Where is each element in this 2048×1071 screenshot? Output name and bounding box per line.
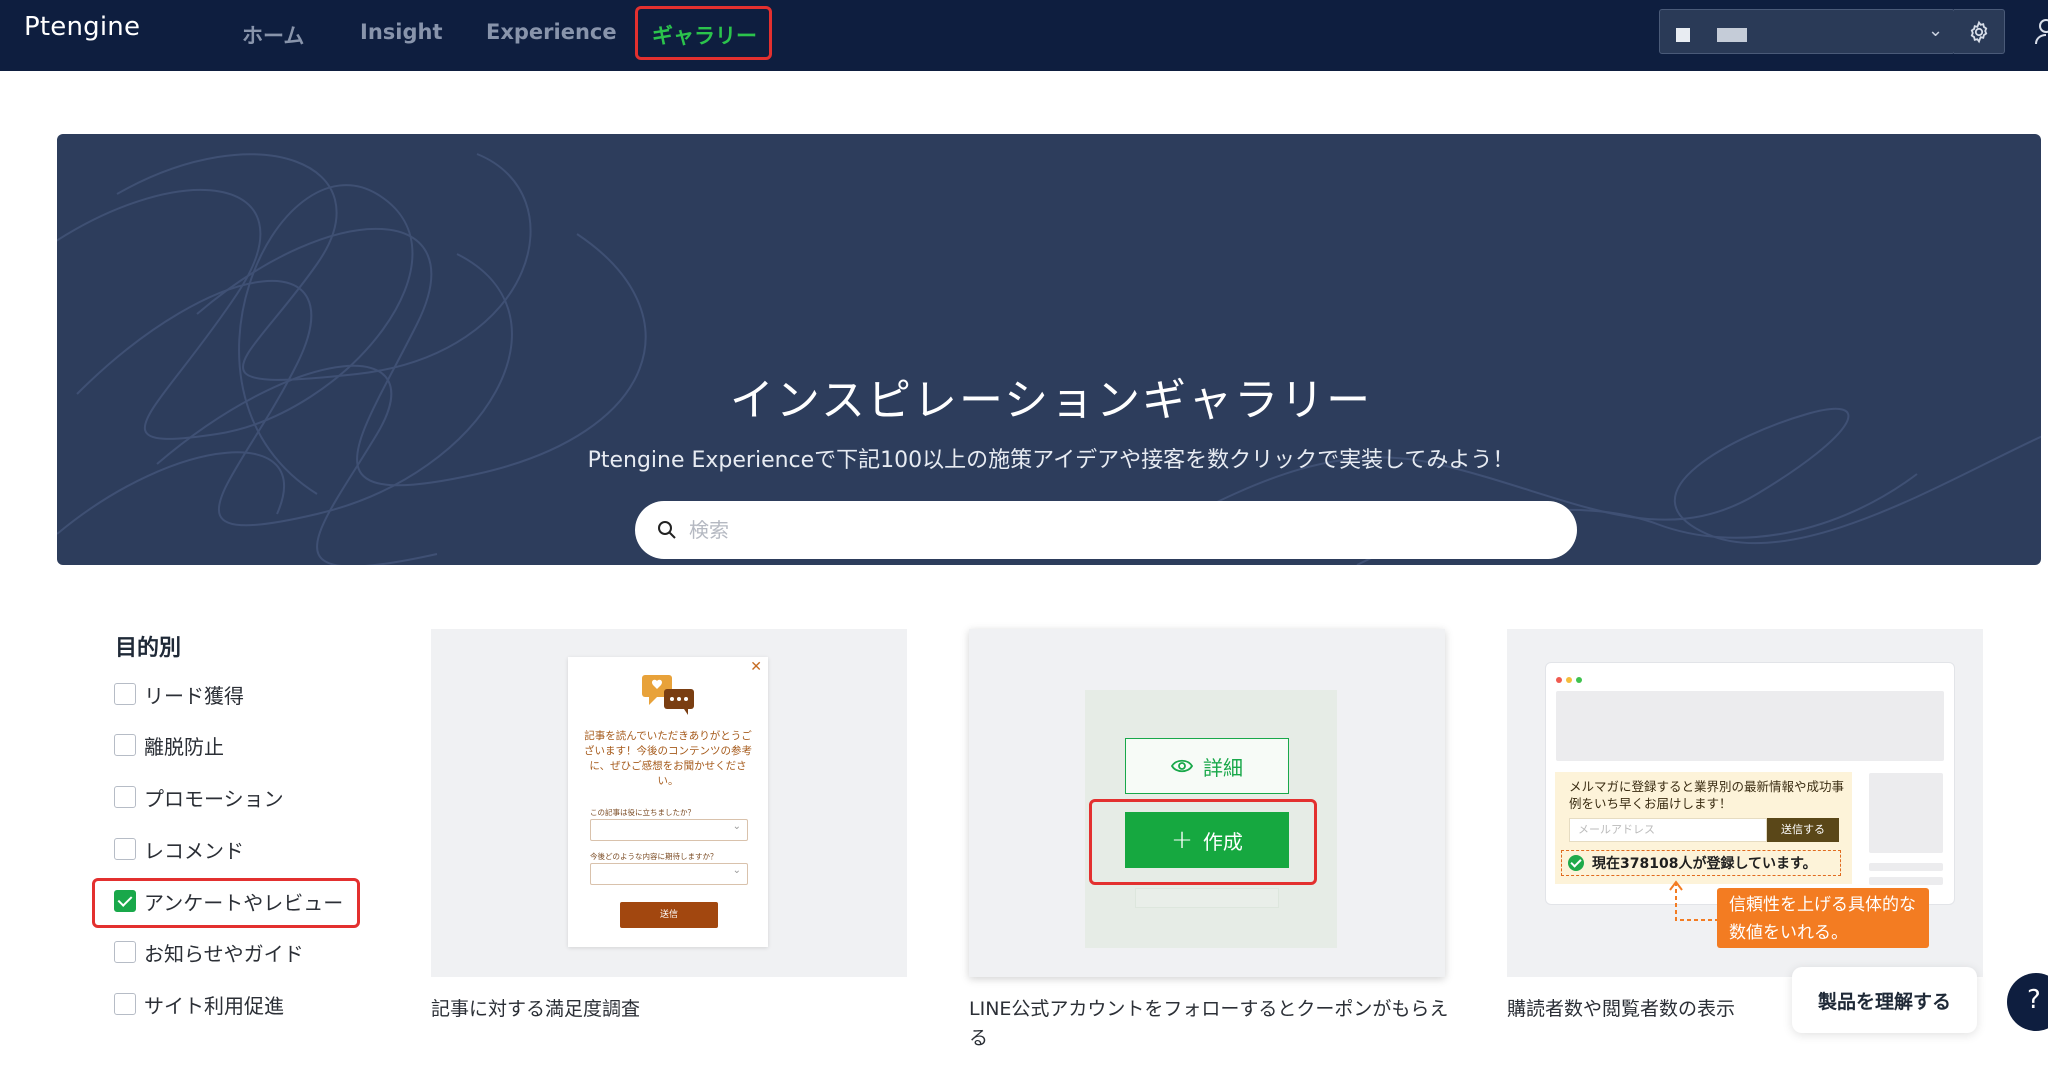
app-logo[interactable]: Ptengine bbox=[24, 12, 140, 42]
help-icon: ? bbox=[2027, 985, 2041, 1015]
filter-label: 離脱防止 bbox=[144, 734, 224, 759]
window-dot bbox=[1576, 677, 1582, 683]
checkbox[interactable] bbox=[114, 941, 136, 963]
filter-survey-highlight bbox=[92, 878, 360, 928]
help-button[interactable]: ? bbox=[2007, 973, 2048, 1031]
top-navigation: Ptengine ホーム Insight Experience ギャラリー ⌄ bbox=[0, 0, 2048, 71]
subscriber-count-text: 現在378108人が登録しています。 bbox=[1592, 856, 1817, 872]
filter-label: プロモーション bbox=[144, 786, 284, 811]
filter-label: お知らせやガイド bbox=[144, 941, 304, 966]
card-title[interactable]: 購読者数や閲覧者数の表示 bbox=[1507, 995, 1735, 1024]
faded-button bbox=[1135, 888, 1279, 908]
card-title[interactable]: 記事に対する満足度調査 bbox=[431, 995, 640, 1024]
mock-line bbox=[1869, 863, 1943, 871]
newsletter-message: メルマガに登録すると業界別の最新情報や成功事例をいち早くお届けします！ bbox=[1569, 779, 1845, 811]
window-dot bbox=[1566, 677, 1572, 683]
user-icon[interactable] bbox=[2034, 18, 2048, 46]
submit-button-preview: 送信する bbox=[1767, 818, 1839, 842]
newsletter-signup-preview: メルマガに登録すると業界別の最新情報や成功事例をいち早くお届けします！ メールア… bbox=[1555, 772, 1852, 884]
filter-site-usage[interactable]: サイト利用促進 bbox=[114, 989, 284, 1019]
search-bar[interactable] bbox=[635, 501, 1577, 559]
checkbox[interactable] bbox=[114, 993, 136, 1015]
arrow-up-icon bbox=[1669, 880, 1718, 921]
close-icon: ✕ bbox=[750, 659, 762, 675]
hero-subtitle: Ptengine Experienceで下記100以上の施策アイデアや接客を数ク… bbox=[587, 448, 1515, 473]
learn-product-button[interactable]: 製品を理解する bbox=[1792, 967, 1977, 1033]
hero-banner: インスピレーションギャラリー Ptengine Experienceで下記100… bbox=[57, 134, 2041, 565]
checkbox[interactable] bbox=[114, 683, 136, 705]
survey-select-1 bbox=[590, 819, 748, 841]
nav-insight[interactable]: Insight bbox=[360, 20, 442, 44]
chevron-down-icon: ⌄ bbox=[1928, 20, 1944, 41]
checkbox[interactable] bbox=[114, 838, 136, 860]
chat-bubbles-icon bbox=[642, 675, 694, 715]
eye-icon bbox=[1171, 759, 1193, 773]
filter-label: サイト利用促進 bbox=[144, 993, 284, 1018]
filter-exit-prevention[interactable]: 離脱防止 bbox=[114, 730, 224, 760]
email-field-preview: メールアドレス bbox=[1569, 818, 1767, 842]
survey-send-button: 送信 bbox=[620, 902, 718, 928]
filter-section-title: 目的別 bbox=[115, 636, 182, 661]
site-name-blurred bbox=[1676, 28, 1690, 42]
filter-notice-guide[interactable]: お知らせやガイド bbox=[114, 937, 304, 967]
survey-question-2: 今後どのような内容に期待しますか？ bbox=[590, 852, 718, 861]
checkbox[interactable] bbox=[114, 786, 136, 808]
card-title[interactable]: LINE公式アカウントをフォローするとクーポンがもらえる bbox=[969, 995, 1449, 1053]
detail-button[interactable]: 詳細 bbox=[1125, 738, 1289, 794]
site-selector[interactable]: ⌄ bbox=[1659, 9, 1955, 54]
subscriber-count: 現在378108人が登録しています。 bbox=[1561, 850, 1841, 876]
mock-header-block bbox=[1556, 691, 1944, 761]
survey-message: 記事を読んでいただきありがとうございます！今後のコンテンツの参考に、ぜひご感想を… bbox=[584, 730, 752, 787]
check-circle-icon bbox=[1568, 855, 1584, 871]
search-input[interactable] bbox=[689, 513, 1549, 547]
detail-button-label: 詳細 bbox=[1203, 755, 1243, 780]
checkbox[interactable] bbox=[114, 734, 136, 756]
filter-label: リード獲得 bbox=[144, 683, 244, 708]
mock-side-block bbox=[1869, 773, 1943, 853]
nav-home[interactable]: ホーム bbox=[242, 20, 304, 50]
site-name-blurred bbox=[1717, 28, 1747, 42]
filter-label: レコメンド bbox=[144, 838, 244, 863]
window-dot bbox=[1556, 677, 1562, 683]
hero-title: インスピレーションギャラリー bbox=[729, 375, 1373, 426]
nav-gallery-highlight bbox=[635, 6, 772, 60]
search-icon bbox=[658, 521, 676, 539]
callout-note: 信頼性を上げる具体的な数値をいれる。 bbox=[1717, 888, 1929, 948]
create-button-highlight bbox=[1089, 799, 1317, 885]
filter-promotion[interactable]: プロモーション bbox=[114, 782, 284, 812]
survey-select-2 bbox=[590, 863, 748, 885]
survey-question-1: この記事は役に立ちましたか？ bbox=[590, 808, 695, 817]
nav-experience[interactable]: Experience bbox=[486, 20, 617, 44]
filter-recommend[interactable]: レコメンド bbox=[114, 834, 244, 864]
filter-lead-acquisition[interactable]: リード獲得 bbox=[114, 679, 244, 709]
settings-button[interactable] bbox=[1954, 9, 2005, 54]
survey-popup-preview: ✕ 記事を読んでいただきありがとうございます！今後のコンテンツの参考に、ぜひご感… bbox=[568, 657, 768, 947]
gear-icon bbox=[1970, 20, 1988, 44]
mock-line bbox=[1869, 877, 1943, 885]
